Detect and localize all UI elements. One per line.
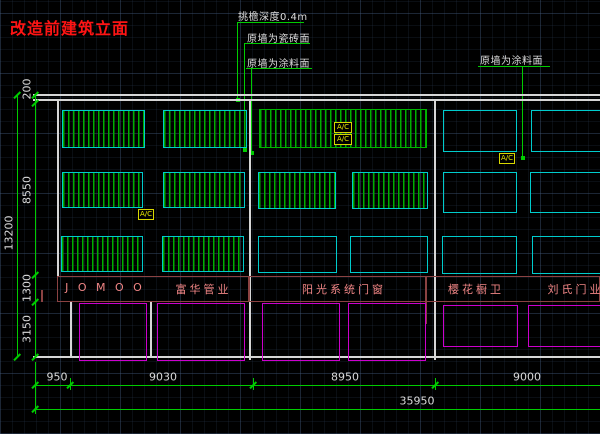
leader-line [522,66,523,158]
window-hatched [163,110,247,148]
ac-unit-box: A/C [334,122,352,133]
dimension-line-floors [35,95,36,357]
shop-sign: 刘氏门业 [533,281,600,297]
dim-value-bay2: 8950 [331,371,359,384]
storefront-opening [79,303,147,361]
storefront-opening [443,305,518,347]
window-hatched [163,172,245,208]
storefront-opening [528,305,600,347]
signboard-edge-stub [41,290,43,302]
callout-eave-depth: 挑檐深度0.4m [238,8,308,23]
ac-unit-box: A/C [138,209,154,220]
left-wall [57,100,59,276]
window-frame [443,110,517,152]
window-frame [532,236,600,274]
eave-line-bottom [33,99,600,101]
leader-arrow [521,156,525,160]
dim-value-ground-floor: 3150 [21,315,34,343]
window-hatched [62,172,143,208]
ac-unit-box: A/C [499,153,515,164]
dim-value-signboard: 1300 [21,274,34,302]
leader-line [244,43,310,44]
window-hatched [258,172,336,209]
storefront-opening [262,303,340,361]
section-divider-1 [249,100,251,360]
leader-line [237,22,304,23]
window-hatched [162,236,244,272]
window-frame [442,236,517,274]
window-hatched [352,172,428,209]
dim-value-eave: 200 [21,79,34,100]
shop-sign: 阳光系统门窗 [255,281,433,297]
dim-value-total-width: 35950 [400,395,435,408]
dim-value-bay3: 9000 [513,371,541,384]
shop-sign: J O M O O [60,281,150,294]
window-frame [531,110,600,152]
dim-value-left-offset: 950 [47,371,68,384]
leader-line [246,68,312,69]
dimension-line-total-height [17,95,18,357]
shop-sign: 富华管业 [156,281,251,297]
dim-value-bay1: 9030 [149,371,177,384]
window-hatched [62,110,145,148]
ac-unit-box: A/C [334,134,352,145]
cad-elevation-canvas[interactable]: 改造前建筑立面 挑檐深度0.4m 原墙为瓷砖面 原墙为涂料面 原墙为涂料面 A/… [0,0,600,434]
leader-line [237,22,238,100]
dimension-line-total-width [35,409,600,410]
eave-line-top [33,94,600,96]
dim-tick [13,353,20,360]
storefront-column [150,302,152,358]
window-frame [443,172,517,213]
storefront-opening [157,303,245,361]
storefront-opening [348,303,426,361]
window-frame [258,236,337,273]
shop-sign: 樱花橱卫 [437,281,515,297]
window-frame [530,172,600,213]
dim-value-upper-floors: 8550 [21,176,34,204]
leader-line [478,66,550,67]
window-hatched [61,236,143,272]
window-frame [350,236,428,273]
dimension-line-bays [35,385,600,386]
section-divider-2 [434,100,436,360]
leader-arrow [243,148,247,152]
callout-paint-wall-right: 原墙为涂料面 [480,52,543,67]
leader-line [251,68,252,153]
drawing-title: 改造前建筑立面 [10,15,129,39]
dim-value-total-height: 13200 [3,216,16,251]
storefront-column [70,302,72,358]
